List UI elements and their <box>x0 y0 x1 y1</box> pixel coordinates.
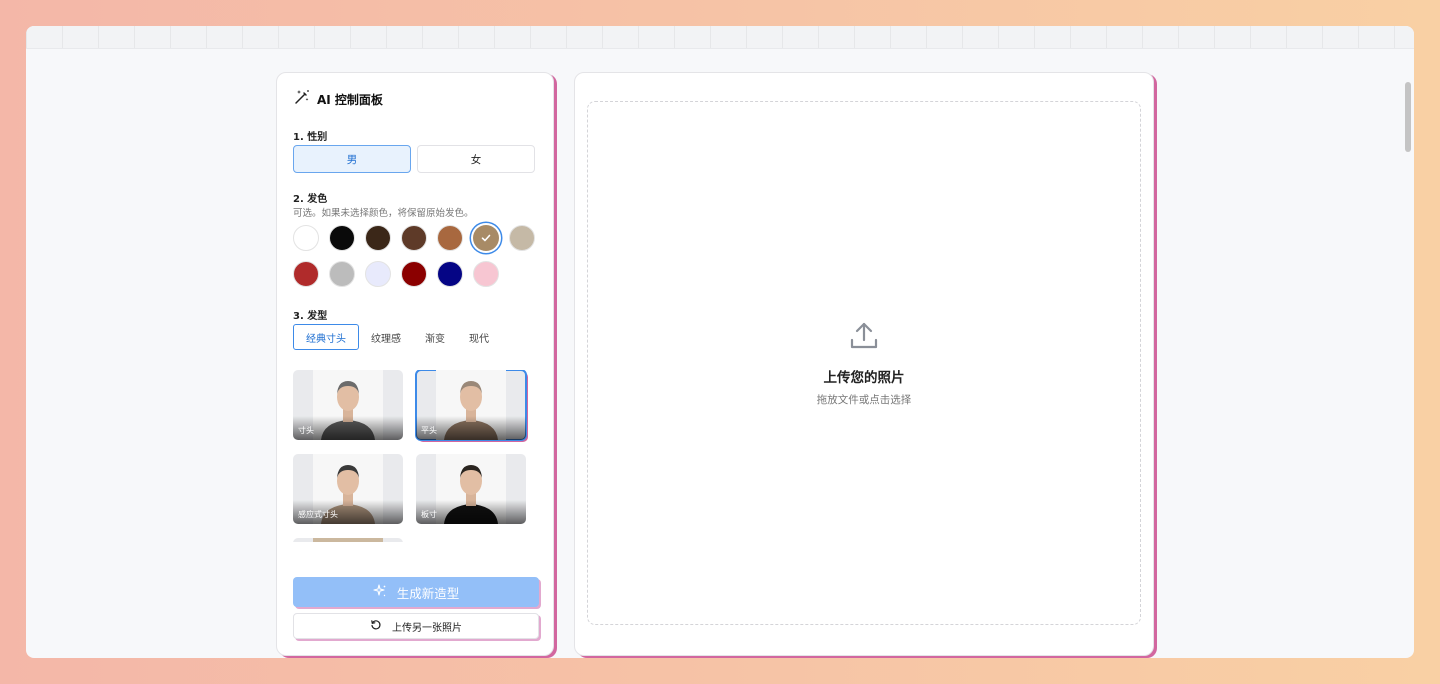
hair-color-hint: 可选。如果未选择颜色，将保留原始发色。 <box>293 208 474 219</box>
tab-modern[interactable]: 现代 <box>457 324 501 350</box>
hair-color-swatch[interactable] <box>293 261 319 287</box>
top-strip <box>26 26 1414 49</box>
hair-color-swatch[interactable] <box>329 225 355 251</box>
hair-style-tabs: 经典寸头 纹理感 渐变 现代 <box>293 324 501 350</box>
hair-color-swatch[interactable] <box>509 225 535 251</box>
scrollbar[interactable] <box>1402 80 1414 658</box>
hair-color-label: 2. 发色 <box>293 194 328 205</box>
hair-style-card[interactable]: 平头 <box>415 370 527 441</box>
gender-female-button[interactable]: 女 <box>417 145 535 173</box>
hair-style-label: 3. 发型 <box>293 311 328 322</box>
app-window: AI 控制面板 1. 性别 男 女 2. 发色 可选。如果未选择颜色，将保留原始… <box>26 26 1414 658</box>
hair-color-swatch[interactable] <box>473 261 499 287</box>
upload-another-button[interactable]: 上传另一张照片 <box>293 613 539 639</box>
upload-icon <box>848 320 880 356</box>
hair-color-swatch[interactable] <box>437 225 463 251</box>
gender-toggle: 男 女 <box>293 145 535 173</box>
hair-style-caption: 板寸 <box>421 510 437 519</box>
hair-style-grid: 寸头 平头感应式寸头 板寸 <box>293 370 533 542</box>
hair-style-card[interactable]: 板寸 <box>416 454 526 524</box>
upload-panel: 上传您的照片 拖放文件或点击选择 <box>574 72 1154 656</box>
upload-another-label: 上传另一张照片 <box>392 622 462 634</box>
tab-textured[interactable]: 纹理感 <box>359 324 413 350</box>
panel-title: AI 控制面板 <box>317 92 383 107</box>
scrollbar-thumb[interactable] <box>1405 82 1411 152</box>
hair-color-swatch[interactable] <box>329 261 355 287</box>
generate-button-label: 生成新造型 <box>396 585 460 601</box>
hair-style-card-partial[interactable] <box>293 538 403 542</box>
hair-style-caption: 平头 <box>421 426 437 435</box>
magic-wand-icon <box>293 88 311 110</box>
gender-label: 1. 性别 <box>293 132 328 143</box>
upload-subtitle: 拖放文件或点击选择 <box>816 394 912 406</box>
generate-button[interactable]: 生成新造型 <box>293 577 539 607</box>
hair-style-caption: 感应式寸头 <box>298 510 338 519</box>
hair-style-card[interactable]: 寸头 <box>293 370 403 440</box>
gender-male-button[interactable]: 男 <box>293 145 411 173</box>
hair-color-swatch[interactable] <box>365 225 391 251</box>
upload-title: 上传您的照片 <box>823 370 905 386</box>
check-icon <box>481 234 491 242</box>
hair-color-swatches <box>293 225 543 287</box>
tab-classic-crew[interactable]: 经典寸头 <box>293 324 359 350</box>
panel-header: AI 控制面板 <box>293 89 383 109</box>
tab-fade[interactable]: 渐变 <box>413 324 457 350</box>
hair-color-swatch[interactable] <box>401 261 427 287</box>
ai-control-panel: AI 控制面板 1. 性别 男 女 2. 发色 可选。如果未选择颜色，将保留原始… <box>276 72 554 656</box>
hair-color-swatch[interactable] <box>437 261 463 287</box>
photo-dropzone[interactable]: 上传您的照片 拖放文件或点击选择 <box>587 101 1141 625</box>
sparkle-icon <box>373 583 387 601</box>
hair-color-swatch[interactable] <box>365 261 391 287</box>
style-photo <box>313 538 383 542</box>
hair-style-caption: 寸头 <box>298 426 314 435</box>
hair-color-swatch[interactable] <box>473 225 499 251</box>
hair-style-card[interactable]: 感应式寸头 <box>293 454 403 524</box>
hair-color-swatch[interactable] <box>293 225 319 251</box>
hair-color-swatch[interactable] <box>401 225 427 251</box>
rotate-ccw-icon <box>370 619 382 634</box>
